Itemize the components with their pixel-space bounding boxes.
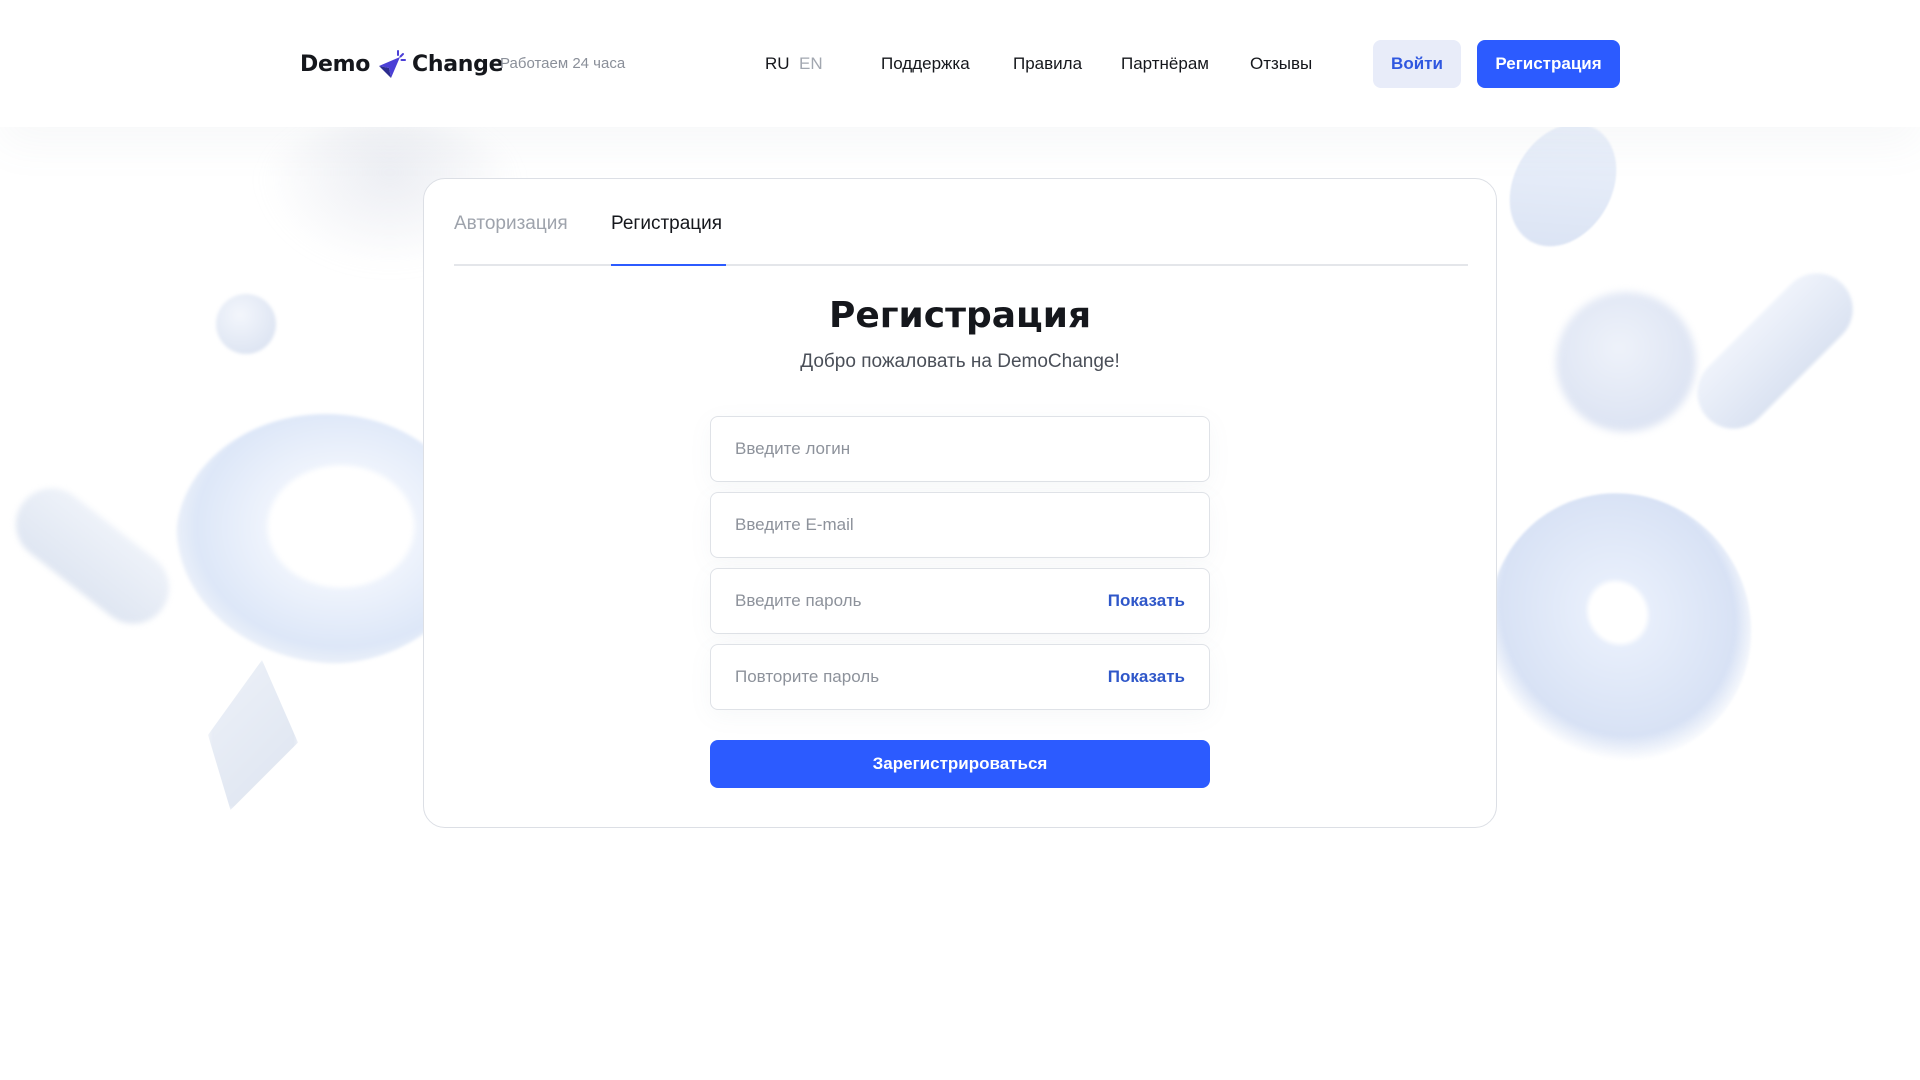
active-tab-indicator (611, 264, 726, 266)
site-header: Demo Change Работаем 24 часа RU EN Подде… (0, 0, 1920, 127)
password-repeat-field: Показать (710, 644, 1210, 710)
password-input[interactable] (735, 591, 1108, 611)
tagline: Работаем 24 часа (500, 55, 626, 72)
nav-partners[interactable]: Партнёрам (1121, 54, 1209, 74)
email-field (710, 492, 1210, 558)
submit-registration-button[interactable]: Зарегистрироваться (710, 740, 1210, 788)
lang-ru[interactable]: RU (765, 54, 790, 74)
logo-text-demo: Demo (300, 51, 371, 77)
logo-text-change: Change (412, 51, 504, 77)
welcome-subtitle: Добро пожаловать на DemoChange! (800, 351, 1120, 372)
decor-diamond-left (208, 660, 298, 810)
password-field: Показать (710, 568, 1210, 634)
tab-authorization[interactable]: Авторизация (454, 213, 568, 235)
password-repeat-input[interactable] (735, 667, 1108, 687)
lang-en[interactable]: EN (799, 54, 823, 74)
nav-support[interactable]: Поддержка (881, 54, 970, 74)
email-input[interactable] (735, 515, 1185, 535)
login-button[interactable]: Войти (1373, 40, 1461, 88)
decor-pill-left (1, 473, 184, 639)
show-password-repeat-toggle[interactable]: Показать (1108, 667, 1185, 687)
login-field (710, 416, 1210, 482)
decor-disc-top-right (1488, 104, 1638, 266)
nav-rules[interactable]: Правила (1013, 54, 1082, 74)
cursor-spark-icon (379, 50, 407, 78)
auth-tabs: Авторизация Регистрация (454, 179, 1468, 266)
decor-pill-right (1682, 258, 1868, 444)
registration-card: Авторизация Регистрация Регистрация Добр… (423, 178, 1497, 828)
logo[interactable]: Demo Change (300, 48, 504, 80)
decor-sphere-right (1556, 292, 1696, 432)
page-title: Регистрация (828, 295, 1092, 336)
nav-reviews[interactable]: Отзывы (1250, 54, 1312, 74)
register-button[interactable]: Регистрация (1477, 40, 1620, 88)
tab-registration[interactable]: Регистрация (611, 213, 722, 235)
login-input[interactable] (735, 439, 1185, 459)
decor-sphere-small (216, 294, 276, 354)
show-password-toggle[interactable]: Показать (1108, 591, 1185, 611)
